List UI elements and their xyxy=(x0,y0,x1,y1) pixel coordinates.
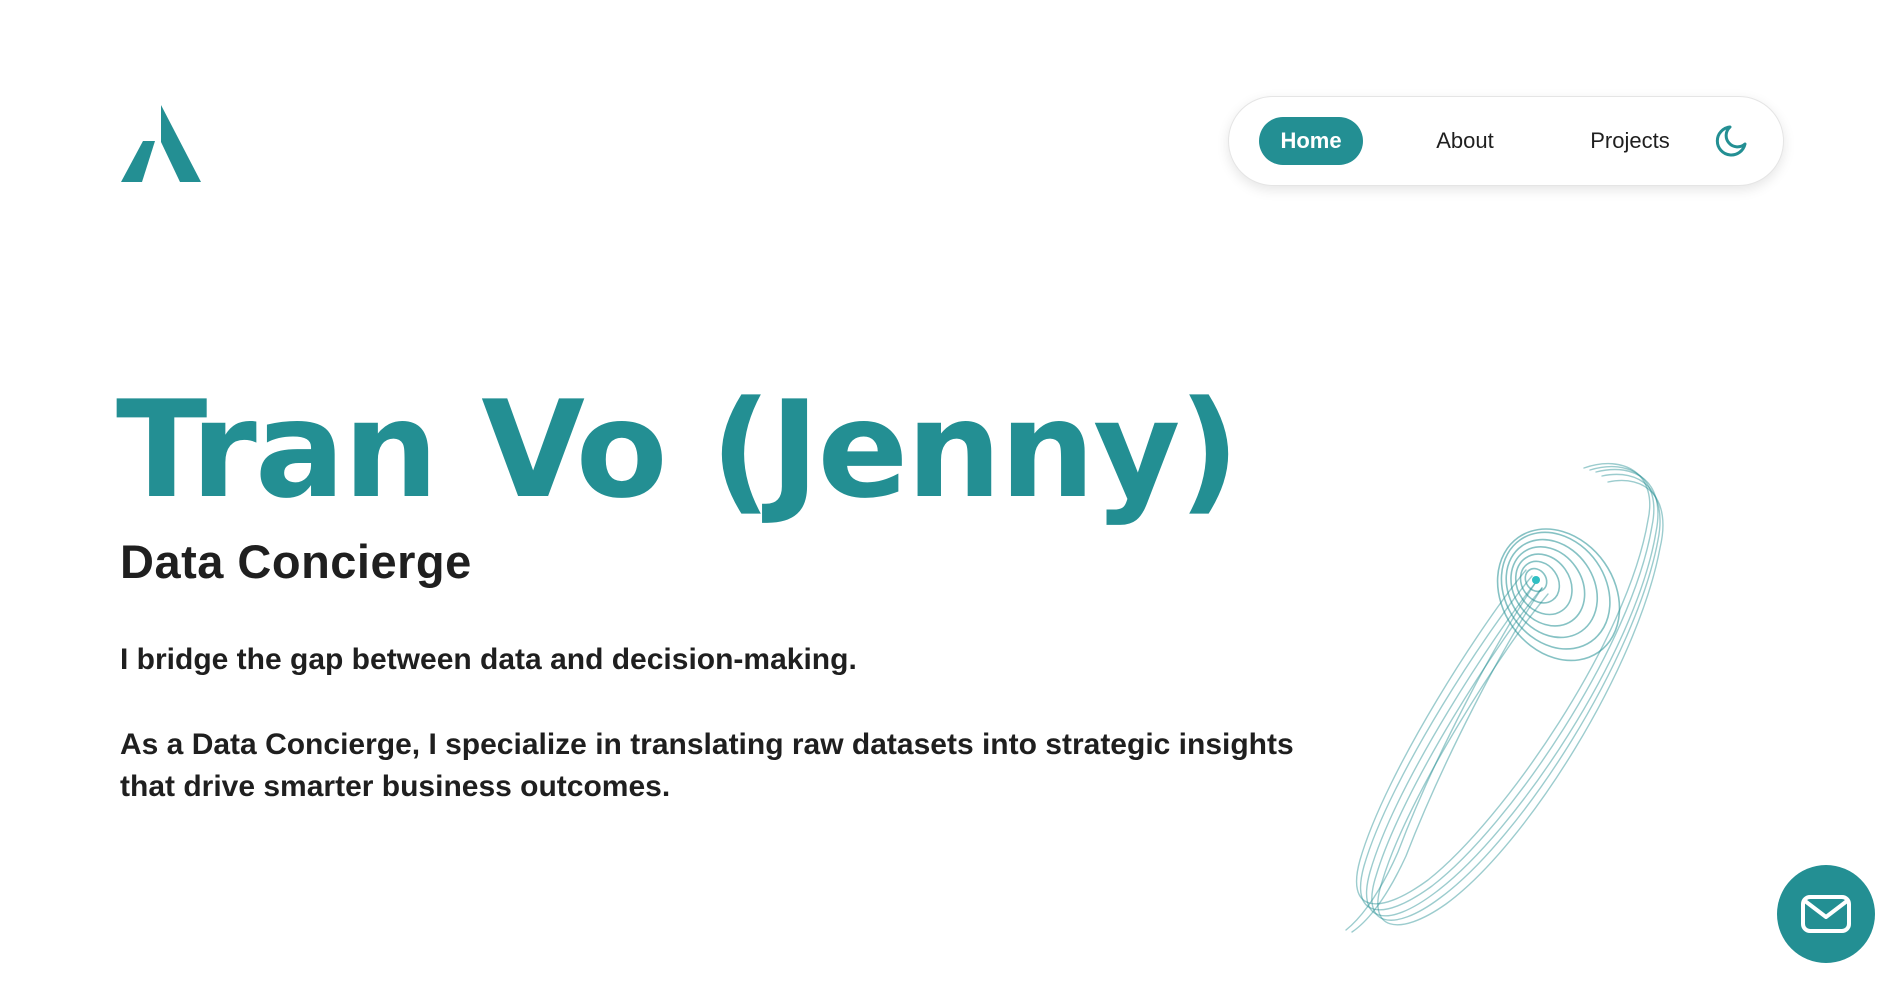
mail-icon xyxy=(1801,895,1851,933)
nav-about-link[interactable]: About xyxy=(1415,117,1515,165)
a-logo-icon[interactable] xyxy=(121,102,201,182)
hero-tagline: I bridge the gap between data and decisi… xyxy=(120,643,857,676)
nav-projects-link[interactable]: Projects xyxy=(1569,117,1691,165)
hero-role: Data Concierge xyxy=(120,535,472,588)
nav-home-link[interactable]: Home xyxy=(1259,117,1363,165)
moon-icon[interactable] xyxy=(1713,123,1749,159)
hero-description: As a Data Concierge, I specialize in tra… xyxy=(120,728,1294,803)
hero-name: Tran Vo (Jenny) xyxy=(116,372,1240,528)
spiral-icon xyxy=(1345,463,1664,933)
main-nav: Home About Projects xyxy=(1228,96,1784,186)
contact-mail-button[interactable] xyxy=(1777,865,1875,963)
page: Home About Projects Tran Vo (Jenny) Data… xyxy=(0,0,1889,991)
